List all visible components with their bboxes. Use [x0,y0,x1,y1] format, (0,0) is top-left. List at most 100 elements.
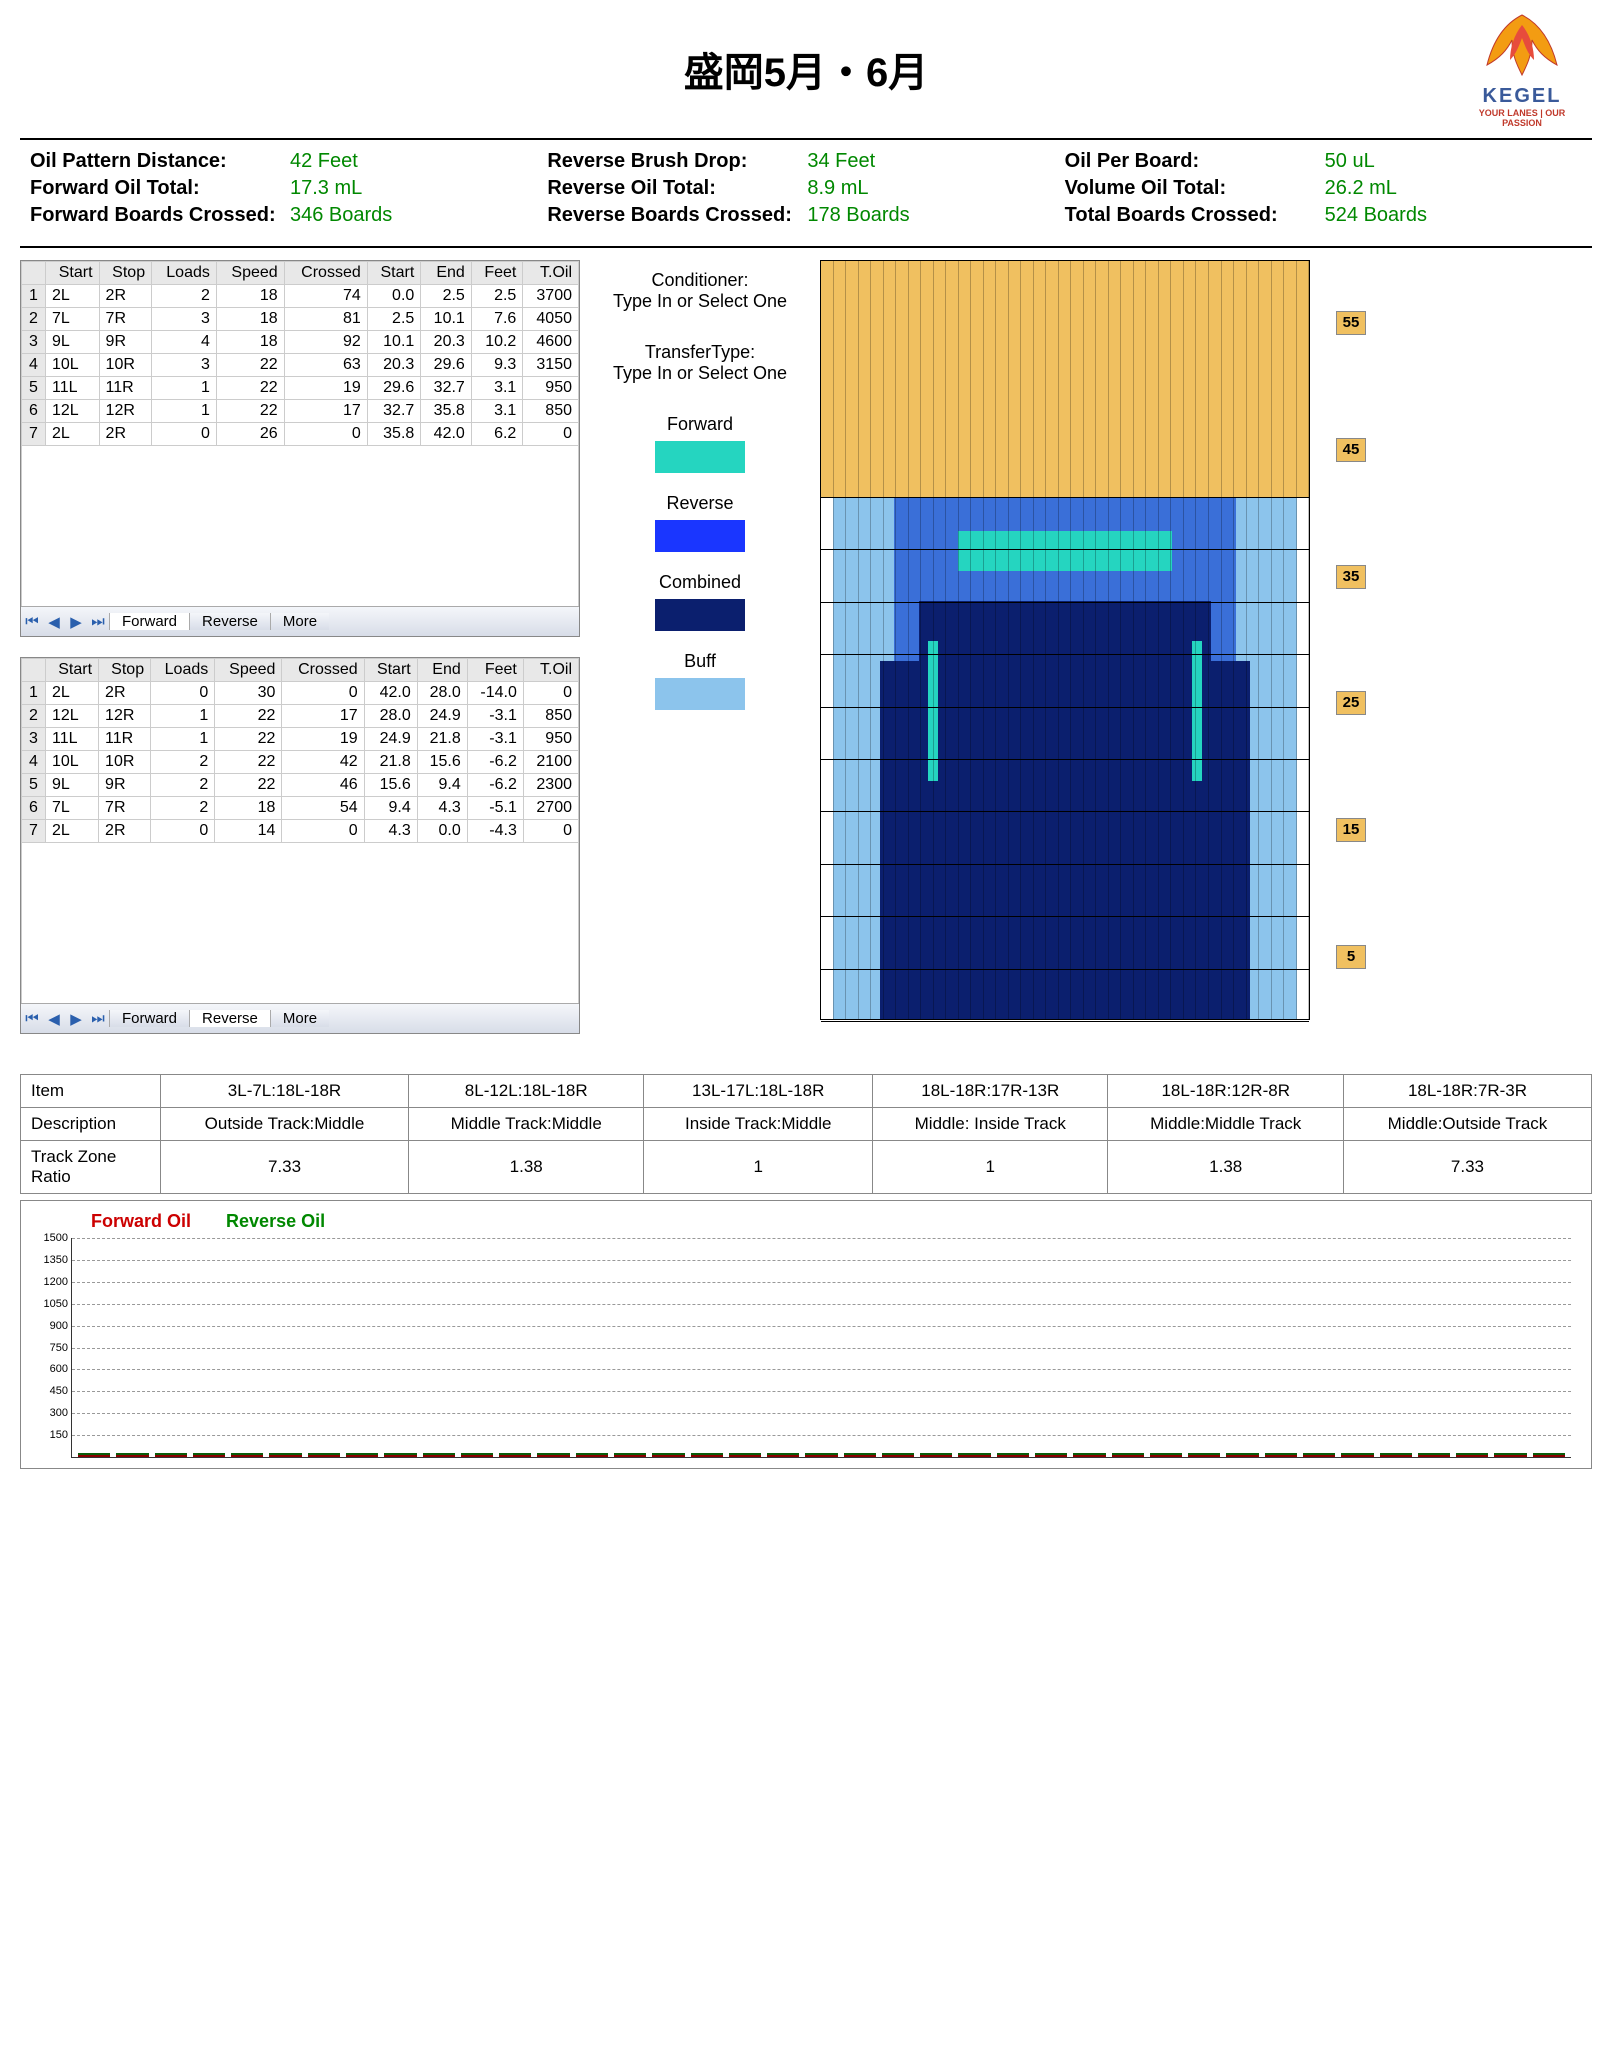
nav-next-icon[interactable]: ▶ [65,613,87,631]
summary-value: 346 Boards [290,204,392,226]
grid-header: Stop [99,659,151,682]
bar-slot [461,1453,493,1457]
grid-header: Crossed [282,659,364,682]
chart-legend-forward: Forward Oil [91,1211,191,1231]
nav-last-icon[interactable]: ⏭ [87,613,109,630]
y-tick: 750 [30,1342,68,1354]
bar-slot [231,1453,263,1457]
tab-more[interactable]: More [270,613,329,630]
table-row: 410L10R3226320.329.69.33150 [22,354,579,377]
grid-header: Start [46,659,99,682]
bar-forward [269,1455,301,1457]
bar-forward [652,1455,684,1457]
bar-forward [423,1455,455,1457]
bar-slot [537,1453,569,1457]
bar-slot [805,1453,837,1457]
bar-slot [499,1453,531,1457]
grid-header: Speed [215,659,282,682]
nav-prev-icon[interactable]: ◀ [43,613,65,631]
legend-combined-swatch [655,599,745,631]
grid-header: Loads [151,659,215,682]
bar-forward [499,1455,531,1457]
bar-forward [1380,1455,1412,1457]
summary-label: Forward Boards Crossed: [30,204,290,227]
table-row: 39L9R4189210.120.310.24600 [22,331,579,354]
table-row: 12L2R030042.028.0-14.00 [22,682,579,705]
tab-forward[interactable]: Forward [109,613,189,630]
logo-brand: KEGEL [1462,85,1582,108]
bar-slot [1150,1453,1182,1457]
bar-forward [1073,1455,1105,1457]
summary-label: Reverse Boards Crossed: [547,204,807,227]
logo-tagline: YOUR LANES | OUR PASSION [1462,108,1582,128]
summary-value: 8.9 mL [807,177,868,199]
lane-tick: 35 [1336,565,1366,589]
grid-header: T.Oil [523,659,578,682]
bar-slot [576,1453,608,1457]
nav-prev-icon[interactable]: ◀ [43,1010,65,1028]
conditioner-hint[interactable]: Type In or Select One [600,291,800,312]
bar-forward [193,1455,225,1457]
bar-slot [116,1453,148,1457]
transfer-label: TransferType: [600,342,800,363]
nav-first-icon[interactable]: ⏮ [21,613,43,630]
tab-reverse[interactable]: Reverse [189,613,270,630]
table-row: 67L7R218549.44.3-5.12700 [22,797,579,820]
legend-buff-label: Buff [600,651,800,672]
summary-value: 34 Feet [807,150,875,172]
bar-forward [1341,1455,1373,1457]
summary-value: 26.2 mL [1325,177,1397,199]
bar-forward [1456,1455,1488,1457]
table-row: 12L2R218740.02.52.53700 [22,285,579,308]
bar-forward [1418,1455,1450,1457]
chart-legend-reverse: Reverse Oil [226,1211,325,1231]
y-tick: 450 [30,1385,68,1397]
bar-forward [384,1455,416,1457]
bar-forward [882,1455,914,1457]
forward-grid: StartStopLoadsSpeedCrossedStartEndFeetT.… [20,260,580,637]
bar-forward [78,1455,110,1457]
phoenix-icon [1472,10,1572,80]
bar-slot [1533,1453,1565,1457]
y-tick: 1350 [30,1254,68,1266]
bar-slot [920,1453,952,1457]
bar-slot [844,1453,876,1457]
summary-value: 524 Boards [1325,204,1427,226]
summary-value: 17.3 mL [290,177,362,199]
bar-forward [1112,1455,1144,1457]
bar-slot [1303,1453,1335,1457]
table-row: 59L9R2224615.69.4-6.22300 [22,774,579,797]
bar-slot [384,1453,416,1457]
bar-slot [423,1453,455,1457]
summary-label: Reverse Brush Drop: [547,150,807,173]
y-tick: 900 [30,1320,68,1332]
bar-slot [1112,1453,1144,1457]
summary-value: 42 Feet [290,150,358,172]
transfer-hint[interactable]: Type In or Select One [600,363,800,384]
table-row: 410L10R2224221.815.6-6.22100 [22,751,579,774]
bar-slot [1341,1453,1373,1457]
title-divider [20,138,1592,140]
bar-slot [78,1453,110,1457]
bar-forward [231,1455,263,1457]
grid-header [22,659,46,682]
legend-combined-label: Combined [600,572,800,593]
lane-tick: 55 [1336,311,1366,335]
tab-reverse[interactable]: Reverse [189,1010,270,1027]
bar-forward [461,1455,493,1457]
y-tick: 1200 [30,1276,68,1288]
table-row: Item3L-7L:18L-18R8L-12L:18L-18R13L-17L:1… [21,1075,1592,1108]
nav-next-icon[interactable]: ▶ [65,1010,87,1028]
nav-last-icon[interactable]: ⏭ [87,1010,109,1027]
bar-forward [1226,1455,1258,1457]
legend-reverse-swatch [655,520,745,552]
grid-header: Start [46,262,100,285]
grid-header: Speed [216,262,284,285]
nav-first-icon[interactable]: ⏮ [21,1010,43,1027]
lane-tick: 45 [1336,438,1366,462]
reverse-table: StartStopLoadsSpeedCrossedStartEndFeetT.… [21,658,579,843]
bar-slot [1418,1453,1450,1457]
tab-forward[interactable]: Forward [109,1010,189,1027]
bar-slot [652,1453,684,1457]
tab-more[interactable]: More [270,1010,329,1027]
